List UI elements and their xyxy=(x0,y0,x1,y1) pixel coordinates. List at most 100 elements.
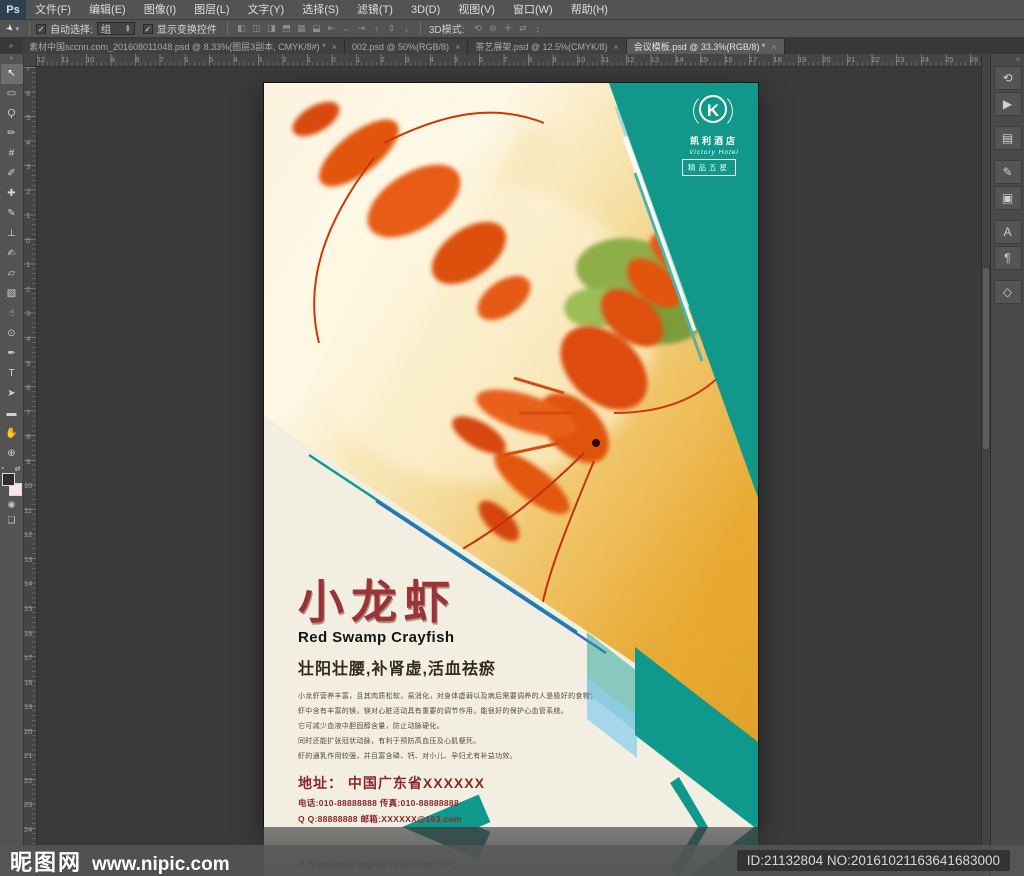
type-tool[interactable]: T xyxy=(1,364,23,384)
layer-comps-panel-icon[interactable]: ▤ xyxy=(993,126,1022,150)
gradient-tool[interactable]: ▨ xyxy=(1,284,23,304)
align-hcenter-icon[interactable]: ◫ xyxy=(249,23,264,34)
shape-tool[interactable]: ▬ xyxy=(1,404,23,424)
distribute-vcenter-icon[interactable]: ⇕ xyxy=(384,23,399,34)
document-tab-3[interactable]: 茶艺展架.psd @ 12.5%(CMYK/8) × xyxy=(468,39,627,54)
distribute-top-icon[interactable]: ↑ xyxy=(369,24,384,34)
ruler-number: 23 xyxy=(896,55,905,64)
menu-item[interactable]: 滤镜(T) xyxy=(348,0,402,20)
menu-item[interactable]: 文字(Y) xyxy=(239,0,294,20)
dock-collapse-icon[interactable]: « xyxy=(1016,54,1024,65)
menu-item[interactable]: 帮助(H) xyxy=(562,0,617,20)
brush-tool[interactable]: ✎ xyxy=(1,204,23,224)
photoshop-logo-icon: Ps xyxy=(0,0,26,20)
menu-item[interactable]: 图层(L) xyxy=(185,0,238,20)
close-tab-icon[interactable]: × xyxy=(614,42,619,52)
ruler-number: 13 xyxy=(650,55,660,64)
smudge-tool[interactable]: ☝ xyxy=(1,304,23,324)
paragraph-panel-icon[interactable]: ¶ xyxy=(993,246,1022,270)
hand-tool[interactable]: ✋ xyxy=(1,424,23,444)
align-bottom-icon[interactable]: ⬓ xyxy=(309,23,324,34)
dropdown-stepper-icon[interactable]: ▲ ▼ xyxy=(125,24,131,34)
history-panel-icon[interactable]: ⟲ xyxy=(993,66,1022,90)
distribute-right-icon[interactable]: ⇥ xyxy=(354,23,369,34)
ruler-number: 12 xyxy=(626,55,635,64)
show-transform-label: 显示变换控件 xyxy=(156,25,217,36)
3d-pan-icon[interactable]: ✛ xyxy=(500,23,515,34)
document-tab-4-active[interactable]: 会议模板.psd @ 33.3%(RGB/8) * × xyxy=(626,39,785,54)
document-canvas[interactable]: K 凯利酒店 Victory Hotel 精品五星 小龙虾 Red Swamp … xyxy=(37,67,981,876)
ruler-number: 4 xyxy=(26,137,31,147)
menu-item[interactable]: 3D(D) xyxy=(402,0,449,20)
vertical-scrollbar[interactable] xyxy=(981,54,990,876)
healing-brush-tool[interactable]: ✚ xyxy=(1,184,23,204)
distribute-bottom-icon[interactable]: ↓ xyxy=(399,24,414,34)
3d-panel-icon[interactable]: ◇ xyxy=(993,280,1022,304)
ruler-number: 20 xyxy=(24,726,33,736)
3d-roll-icon[interactable]: ⊚ xyxy=(485,23,500,34)
history-brush-tool[interactable]: ✍ xyxy=(1,244,23,264)
swap-colors-icon[interactable]: ⇄ xyxy=(15,465,21,473)
menu-item[interactable]: 视图(V) xyxy=(449,0,504,20)
auto-select-checkbox[interactable]: ✓ xyxy=(36,23,47,34)
screen-mode-icon[interactable]: ❏ xyxy=(1,512,23,528)
zoom-tool[interactable]: ⊕ xyxy=(1,444,23,464)
ruler-number: 14 xyxy=(24,579,33,589)
menu-item[interactable]: 编辑(E) xyxy=(80,0,135,20)
document-tab-2[interactable]: 002.psd @ 50%(RGB/8) × xyxy=(344,39,469,54)
show-transform-checkbox[interactable]: ✓ xyxy=(142,23,153,34)
clone-source-panel-icon[interactable]: ▣ xyxy=(993,186,1022,210)
align-right-icon[interactable]: ◨ xyxy=(264,23,279,34)
actions-panel-icon[interactable]: ▶ xyxy=(993,92,1022,116)
crop-tool[interactable]: # xyxy=(1,144,23,164)
menu-item[interactable]: 窗口(W) xyxy=(504,0,562,20)
align-top-icon[interactable]: ⬒ xyxy=(279,23,294,34)
eyedropper-tool[interactable]: ✐ xyxy=(1,164,23,184)
auto-select-dropdown[interactable]: 组 ▲ ▼ xyxy=(96,22,135,36)
close-tab-icon[interactable]: × xyxy=(771,42,776,52)
ruler-number: 17 xyxy=(748,55,758,64)
current-tool-icon: ➤ xyxy=(3,21,17,35)
distribute-hcenter-icon[interactable]: ⇔ xyxy=(339,24,354,34)
ruler-number: 18 xyxy=(24,677,33,687)
3d-scale-icon[interactable]: ↕ xyxy=(530,24,545,34)
foreground-color-swatch[interactable] xyxy=(1,473,15,486)
ruler-number: 1 xyxy=(26,211,31,221)
ruler-number: 4 xyxy=(429,55,434,64)
close-tab-icon[interactable]: × xyxy=(332,42,337,52)
scrollbar-thumb[interactable] xyxy=(983,267,989,449)
tools-collapse-icon[interactable]: « xyxy=(10,54,14,64)
3d-rotate-icon[interactable]: ⟲ xyxy=(470,23,485,34)
menu-item[interactable]: 图像(I) xyxy=(135,0,185,20)
default-colors-icon[interactable]: ▪ xyxy=(2,466,4,472)
menu-item[interactable]: 文件(F) xyxy=(26,0,80,20)
tabbar-chevron-icon[interactable]: » xyxy=(0,38,22,54)
site-name: 昵图网 xyxy=(10,849,83,875)
close-tab-icon[interactable]: × xyxy=(455,42,460,52)
character-panel-icon[interactable]: A xyxy=(993,220,1022,244)
five-star-badge: 精品五星 xyxy=(682,159,736,176)
pen-tool[interactable]: ✒ xyxy=(1,344,23,364)
path-selection-tool[interactable]: ➤ xyxy=(1,384,23,404)
menu-item[interactable]: 选择(S) xyxy=(293,0,348,20)
ruler-number: 6 xyxy=(26,88,31,98)
rectangular-marquee-tool[interactable]: ▭ xyxy=(1,84,23,104)
dodge-tool[interactable]: ⊙ xyxy=(1,324,23,344)
lasso-tool[interactable]: Ϙ xyxy=(1,104,23,124)
align-vcenter-icon[interactable]: ▦ xyxy=(294,23,309,34)
align-left-icon[interactable]: ◧ xyxy=(234,23,249,34)
brush-panel-icon[interactable]: ✎ xyxy=(993,160,1022,184)
quick-selection-tool[interactable]: ✏ xyxy=(1,124,23,144)
body-text-line: 虾中含有丰富的镁，镁对心脏活动具有重要的调节作用，能很好的保护心血管系统。 xyxy=(298,708,569,715)
clone-stamp-tool[interactable]: ⊥ xyxy=(1,224,23,244)
3d-slide-icon[interactable]: ⇄ xyxy=(515,23,530,34)
eraser-tool[interactable]: ▱ xyxy=(1,264,23,284)
distribute-left-icon[interactable]: ⇤ xyxy=(324,23,339,34)
ruler-number: 3 xyxy=(26,162,31,172)
ruler-number: 26 xyxy=(969,55,979,64)
move-tool[interactable]: ↖ xyxy=(0,64,23,84)
quick-mask-icon[interactable]: ◉ xyxy=(1,496,23,512)
document-tab-1[interactable]: 素材中国sccnn.com_201608011048.psd @ 8.33%(图… xyxy=(22,39,345,54)
watermark-bar: 昵图网 www.nipic.com ID:21132804 NO:2016102… xyxy=(0,845,1024,876)
ruler-number: 6 xyxy=(26,383,31,393)
